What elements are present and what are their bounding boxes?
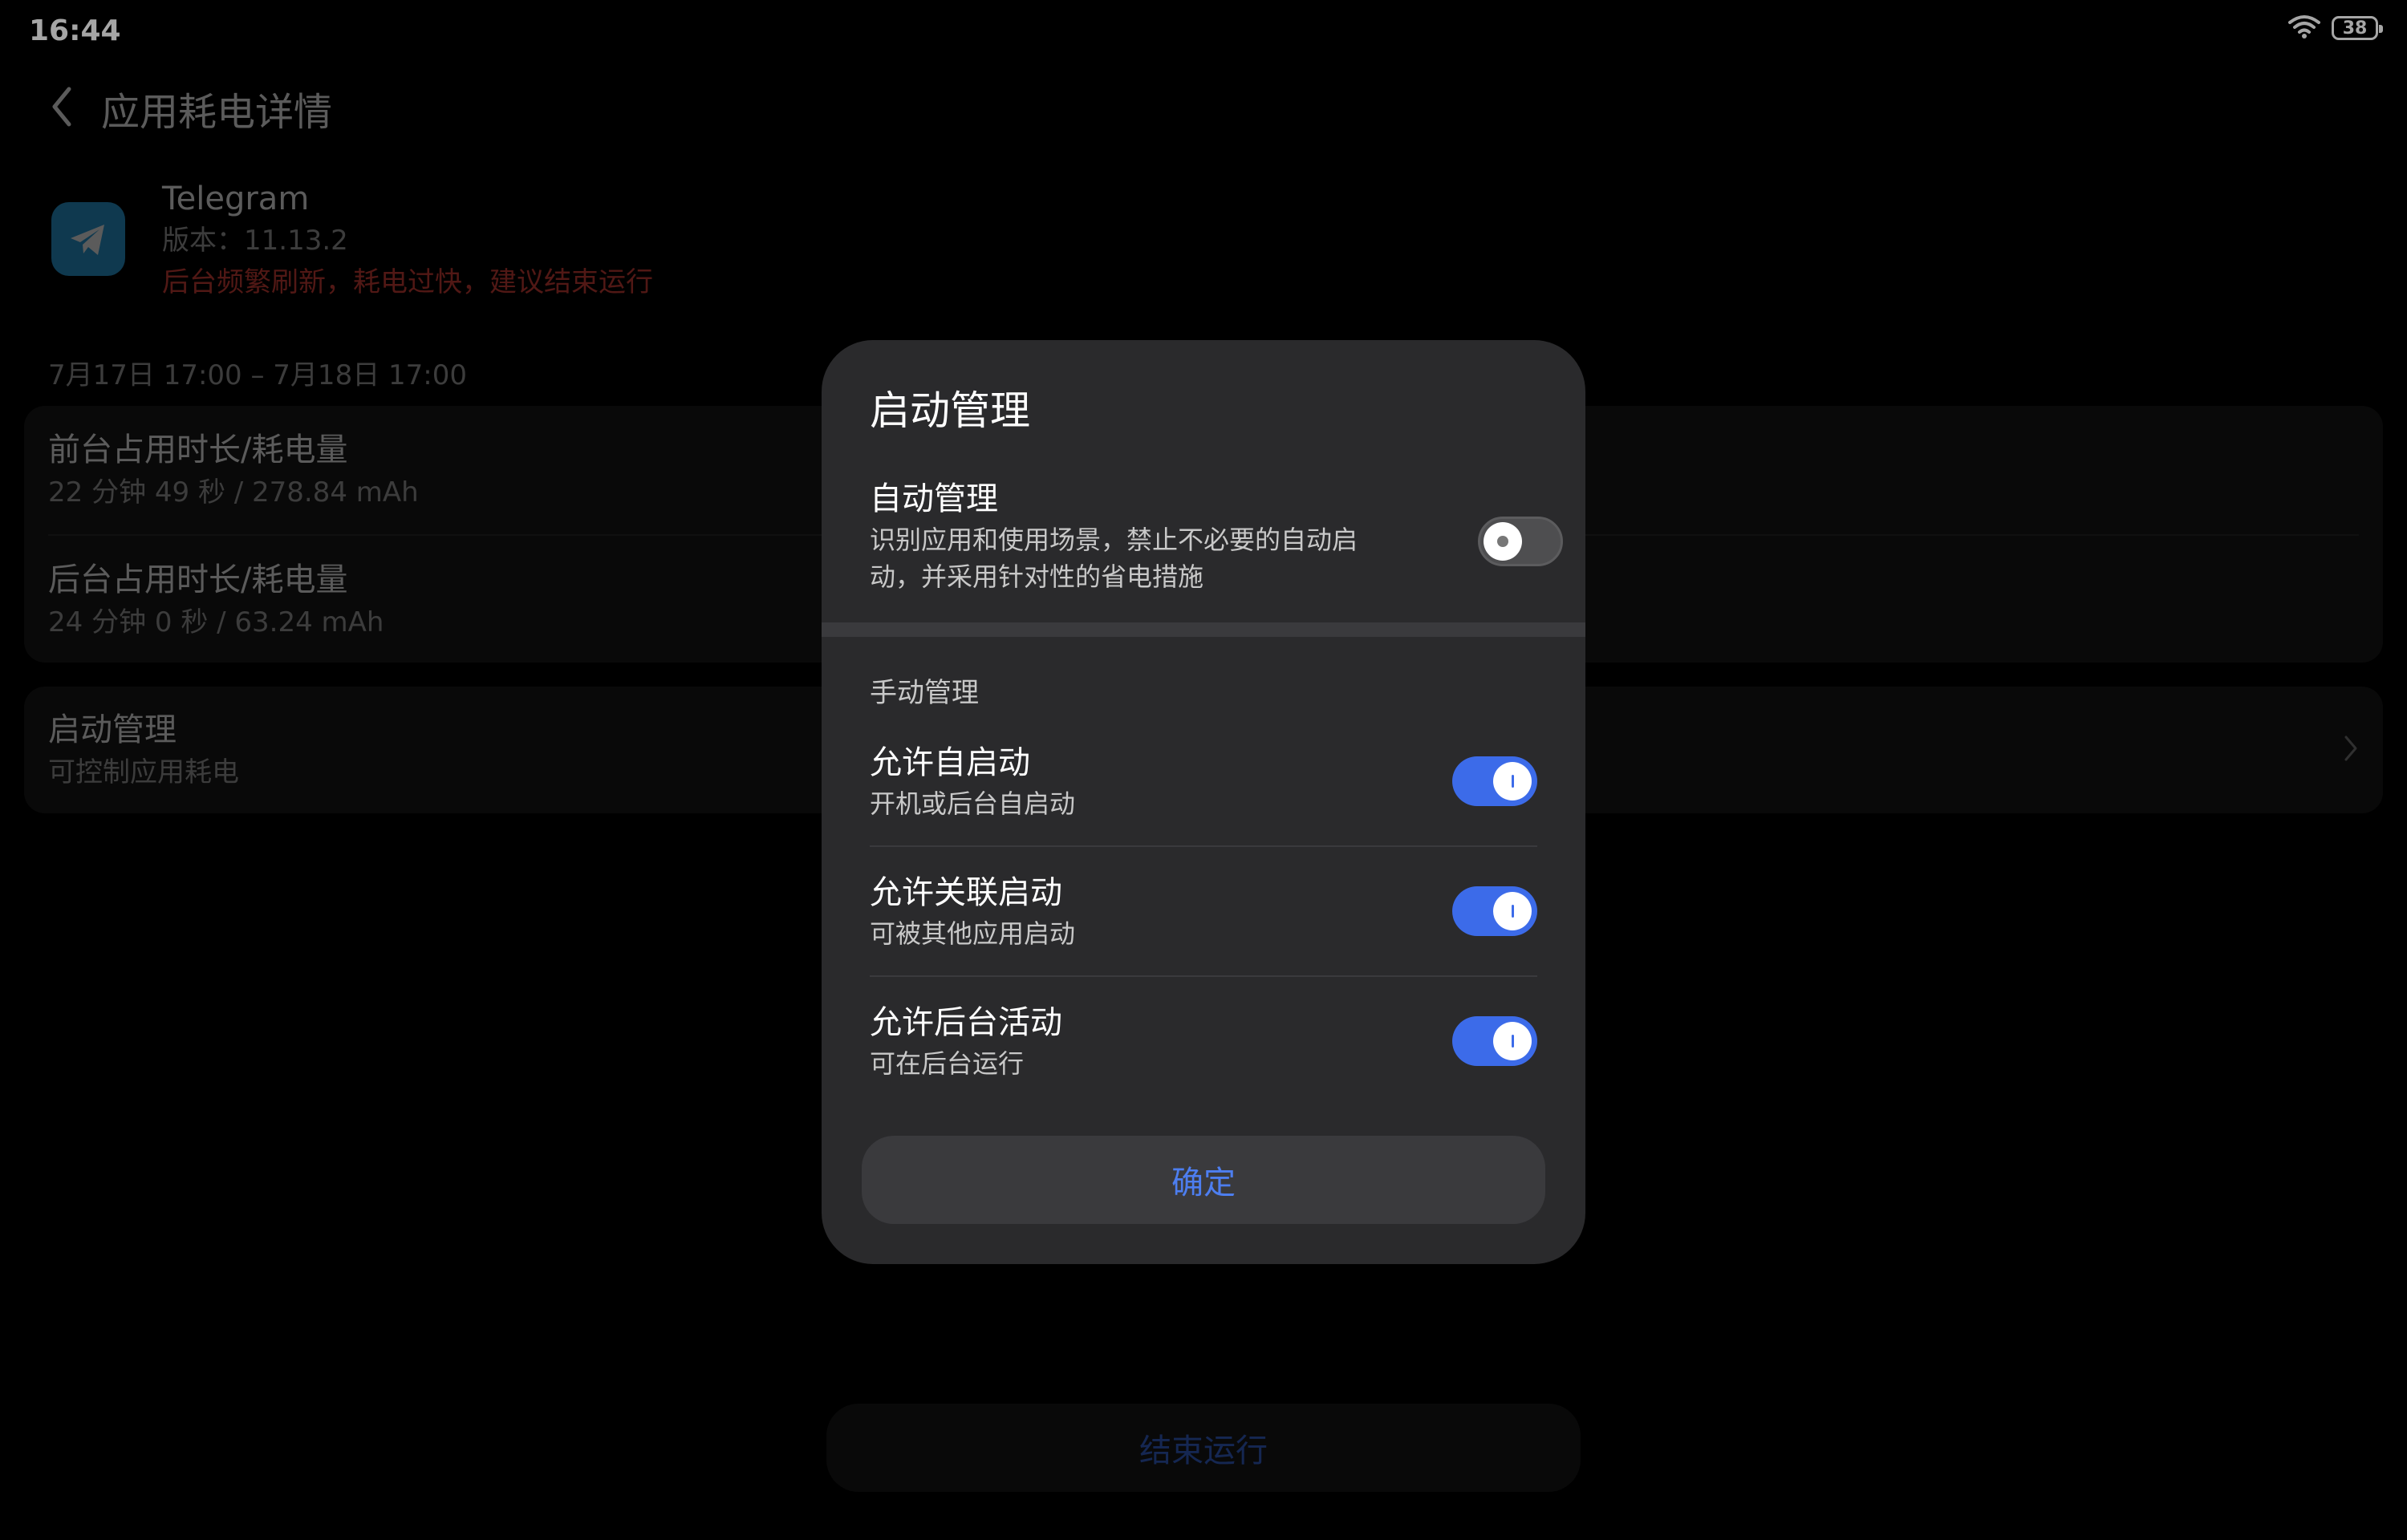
allow-background-activity-row: 允许后台活动 可在后台运行 <box>870 977 1537 1105</box>
toggle-knob <box>1493 762 1532 800</box>
allow-linked-start-title: 允许关联启动 <box>870 874 1062 911</box>
allow-self-start-toggle[interactable] <box>1452 756 1537 806</box>
confirm-button[interactable]: 确定 <box>862 1136 1545 1224</box>
allow-background-activity-toggle[interactable] <box>1452 1016 1537 1066</box>
allow-linked-start-row: 允许关联启动 可被其他应用启动 <box>870 847 1537 975</box>
toggle-knob <box>1484 522 1522 561</box>
allow-background-activity-title: 允许后台活动 <box>870 1004 1062 1041</box>
auto-management-title: 自动管理 <box>870 480 998 517</box>
auto-management-desc-line2: 动，并采用针对性的省电措施 <box>870 561 1204 592</box>
allow-self-start-row: 允许自启动 开机或后台自启动 <box>870 717 1537 845</box>
toggle-knob <box>1493 1022 1532 1060</box>
allow-linked-start-toggle[interactable] <box>1452 886 1537 936</box>
allow-self-start-title: 允许自启动 <box>870 744 1030 781</box>
manual-management-header: 手动管理 <box>870 677 979 709</box>
auto-management-toggle[interactable] <box>1478 517 1563 566</box>
allow-self-start-desc: 开机或后台自启动 <box>870 788 1076 819</box>
toggle-knob <box>1493 892 1532 930</box>
auto-management-section: 自动管理 识别应用和使用场景，禁止不必要的自动启 动，并采用针对性的省电措施 <box>870 476 1447 595</box>
dialog-title: 启动管理 <box>870 387 1030 434</box>
auto-management-desc-line1: 识别应用和使用场景，禁止不必要的自动启 <box>870 525 1358 555</box>
allow-linked-start-desc: 可被其他应用启动 <box>870 918 1076 949</box>
startup-management-dialog: 启动管理 自动管理 识别应用和使用场景，禁止不必要的自动启 动，并采用针对性的省… <box>822 340 1585 1264</box>
allow-background-activity-desc: 可在后台运行 <box>870 1048 1025 1079</box>
section-divider <box>822 622 1585 637</box>
